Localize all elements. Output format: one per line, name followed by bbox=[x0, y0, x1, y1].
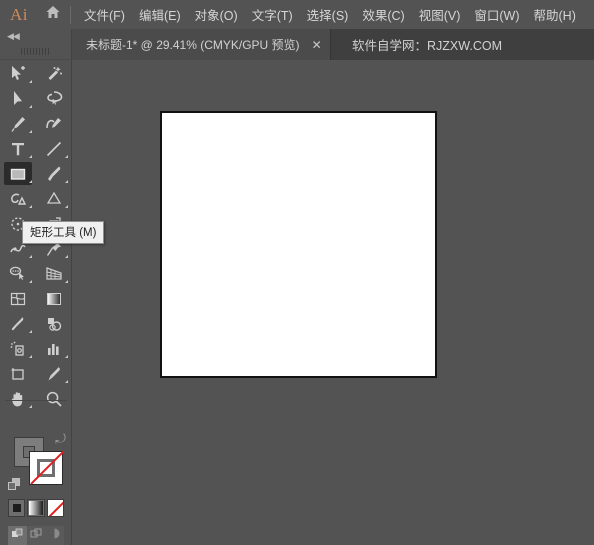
menu-item-window[interactable]: 窗口(W) bbox=[467, 0, 526, 29]
color-controls: ⤾ bbox=[0, 401, 72, 545]
line-segment-icon bbox=[45, 140, 63, 158]
tool-paintbrush[interactable] bbox=[36, 161, 72, 186]
paint-mode-row bbox=[8, 499, 64, 519]
eyedropper-icon bbox=[9, 315, 27, 333]
tools-panel: ◀◀ 矩形工具 (M) ⤾ bbox=[0, 29, 105, 545]
default-fill-stroke-button[interactable] bbox=[8, 478, 21, 491]
swap-fill-stroke-icon[interactable]: ⤾ bbox=[55, 431, 66, 447]
document-tab-bar: 未标题-1* @ 29.41% (CMYK/GPU 预览) ✕ 软件自学网：RJ… bbox=[0, 29, 594, 60]
gradient-mode-button[interactable] bbox=[27, 499, 45, 517]
menu-item-select[interactable]: 选择(S) bbox=[300, 0, 356, 29]
color-mode-button[interactable] bbox=[8, 499, 26, 517]
shapes-stack-icon bbox=[45, 190, 63, 208]
close-icon[interactable]: ✕ bbox=[312, 39, 322, 51]
menu-item-view[interactable]: 视图(V) bbox=[412, 0, 468, 29]
tool-symbol-sprayer[interactable] bbox=[0, 336, 36, 361]
pen-nib-icon bbox=[9, 115, 27, 133]
selection-arrow-icon bbox=[9, 65, 27, 83]
menu-item-type[interactable]: 文字(T) bbox=[245, 0, 300, 29]
mesh-icon bbox=[9, 290, 27, 308]
slice-knife-icon bbox=[45, 365, 63, 383]
gradient-icon bbox=[45, 290, 63, 308]
draw-behind-button[interactable] bbox=[26, 526, 46, 545]
menu-item-file[interactable]: 文件(F) bbox=[77, 0, 132, 29]
artboard[interactable] bbox=[160, 111, 437, 378]
none-slash-icon bbox=[29, 451, 63, 485]
tool-lasso[interactable] bbox=[36, 86, 72, 111]
draw-mode-row bbox=[8, 526, 65, 545]
home-icon bbox=[45, 4, 61, 25]
watermark-note: 软件自学网：RJZXW.COM bbox=[352, 39, 502, 53]
draw-normal-button[interactable] bbox=[8, 526, 27, 545]
tool-direct-selection[interactable] bbox=[0, 86, 36, 111]
tool-type[interactable] bbox=[0, 136, 36, 161]
tool-gradient[interactable] bbox=[36, 286, 72, 311]
document-tab-title: 未标题-1* @ 29.41% (CMYK/GPU 预览) bbox=[86, 38, 300, 52]
tool-slice[interactable] bbox=[36, 361, 72, 386]
tool-pencil[interactable] bbox=[36, 186, 72, 211]
tool-selection[interactable] bbox=[0, 61, 36, 86]
paintbrush-icon bbox=[45, 165, 63, 183]
menu-item-edit[interactable]: 编辑(E) bbox=[132, 0, 188, 29]
tool-blend[interactable] bbox=[36, 311, 72, 336]
speech-cursor-icon bbox=[9, 265, 27, 283]
tool-artboard[interactable] bbox=[0, 361, 36, 386]
menu-item-help[interactable]: 帮助(H) bbox=[527, 0, 583, 29]
type-tool-icon bbox=[9, 140, 27, 158]
tool-curvature[interactable] bbox=[36, 111, 72, 136]
app-logo: Ai bbox=[0, 0, 38, 29]
draw-inside-button[interactable] bbox=[45, 526, 65, 545]
direct-selection-arrow-icon bbox=[9, 90, 27, 108]
toolbar-drag-handle[interactable] bbox=[0, 43, 72, 60]
tool-pen[interactable] bbox=[0, 111, 36, 136]
tool-column-graph[interactable] bbox=[36, 336, 72, 361]
menu-bar: Ai 文件(F) 编辑(E) 对象(O) 文字(T) 选择(S) 效果(C) 视… bbox=[0, 0, 594, 29]
tool-eyedropper[interactable] bbox=[0, 311, 36, 336]
canvas-area[interactable] bbox=[72, 60, 594, 545]
toolbar-collapse-button[interactable]: ◀◀ bbox=[0, 29, 72, 43]
document-tab[interactable]: 未标题-1* @ 29.41% (CMYK/GPU 预览) ✕ bbox=[72, 29, 331, 60]
menu-item-effect[interactable]: 效果(C) bbox=[355, 0, 411, 29]
curvature-pen-icon bbox=[45, 115, 63, 133]
none-mode-button[interactable] bbox=[46, 499, 64, 517]
tool-mesh[interactable] bbox=[0, 286, 36, 311]
illustrator-window: Ai 文件(F) 编辑(E) 对象(O) 文字(T) 选择(S) 效果(C) 视… bbox=[0, 0, 594, 545]
draw-behind-icon bbox=[30, 527, 43, 545]
rectangle-icon bbox=[9, 165, 27, 183]
tool-line-segment[interactable] bbox=[36, 136, 72, 161]
double-chevron-left-icon: ◀◀ bbox=[7, 30, 20, 41]
tool-perspective[interactable] bbox=[36, 261, 72, 286]
stroke-swatch[interactable] bbox=[29, 451, 63, 485]
menu-separator bbox=[70, 5, 71, 24]
tool-perspective-grid[interactable] bbox=[0, 261, 36, 286]
draw-inside-icon bbox=[48, 527, 61, 545]
menu-item-object[interactable]: 对象(O) bbox=[188, 0, 245, 29]
tool-magic-wand[interactable] bbox=[36, 61, 72, 86]
home-button[interactable] bbox=[38, 0, 68, 29]
tool-rectangle[interactable] bbox=[0, 161, 36, 186]
perspective-grid-icon bbox=[45, 265, 63, 283]
symbol-sprayer-icon bbox=[9, 340, 27, 358]
app-logo-text: Ai bbox=[10, 4, 28, 24]
menu-items: 文件(F) 编辑(E) 对象(O) 文字(T) 选择(S) 效果(C) 视图(V… bbox=[77, 0, 583, 29]
draw-normal-icon bbox=[11, 527, 24, 545]
bar-chart-icon bbox=[45, 340, 63, 358]
magic-wand-icon bbox=[45, 65, 63, 83]
lasso-icon bbox=[45, 90, 63, 108]
shaper-icon bbox=[9, 190, 27, 208]
tool-tooltip: 矩形工具 (M) bbox=[22, 221, 105, 244]
artboard-icon bbox=[9, 365, 27, 383]
blend-icon bbox=[45, 315, 63, 333]
tool-shaper[interactable] bbox=[0, 186, 36, 211]
